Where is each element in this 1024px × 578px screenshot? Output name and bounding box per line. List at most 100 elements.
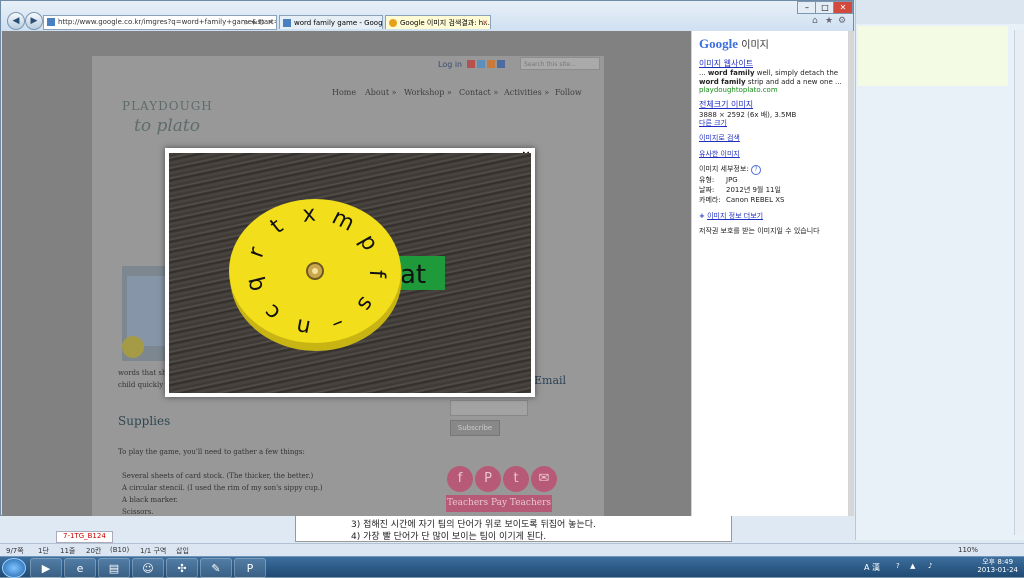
tray-expand-icon[interactable]: ▲ [910, 562, 915, 570]
close-window-button[interactable]: ✕ [833, 1, 853, 14]
article-thumbnail[interactable] [122, 266, 167, 361]
images-label: 이미지 [741, 40, 769, 51]
site-favicon-icon [47, 18, 55, 26]
article-text-line-2: child quickly u [118, 381, 170, 389]
status-section: 1/1 구역 [140, 547, 167, 555]
back-button[interactable]: ◀ [7, 12, 25, 30]
close-tab-icon[interactable]: ✕ [482, 16, 488, 29]
tab-google-image-result[interactable]: Google 이미지 검색결과: h... ✕ [385, 15, 491, 29]
start-button[interactable] [2, 558, 26, 578]
twitter-icon[interactable]: t [503, 466, 529, 492]
email-input[interactable] [450, 400, 528, 416]
image-lightbox: × at pfs–ncqrtxm [165, 148, 535, 397]
image-info-panel: Google 이미지 이미지 웹사이트 ... word family well… [691, 31, 854, 516]
favorites-star-icon[interactable]: ★ [825, 16, 833, 26]
site-search-input[interactable]: Search this site... [520, 57, 600, 70]
facebook-icon[interactable]: f [447, 466, 473, 492]
ime-indicator[interactable]: A 漢 [864, 562, 880, 573]
google-logo[interactable]: Google 이미지 [699, 36, 769, 52]
copyright-notice: 저작권 보호를 받는 이미지일 수 있습니다 [699, 227, 820, 235]
pinterest-icon[interactable]: P [475, 466, 501, 492]
folder-icon[interactable]: ▤ [98, 558, 130, 578]
address-bar[interactable]: http://www.google.co.kr/imgres?q=word+fa… [43, 15, 277, 30]
status-code: (B10) [110, 546, 130, 554]
similar-images-link[interactable]: 유사한 이미지 [699, 150, 740, 158]
email-icon[interactable]: ✉ [531, 466, 557, 492]
supply-item-3: A black marker. [122, 496, 178, 504]
detail-camera: 카메라: Canon REBEL XS [699, 195, 784, 205]
clock[interactable]: 오후 8:49 2013-01-24 [977, 558, 1018, 574]
internet-explorer-icon[interactable]: e [64, 558, 96, 578]
twitter-icon[interactable] [477, 60, 485, 68]
other-sizes-link[interactable]: 다른 크기 [699, 119, 727, 127]
help-icon[interactable]: ? [896, 562, 900, 570]
detail-value: Canon REBEL XS [726, 196, 785, 204]
word-wheel-photo[interactable]: at p f s – n c q r t x m [169, 153, 531, 393]
snippet-suffix: strip and add a new one ... [745, 78, 842, 86]
nav-about[interactable]: About » [365, 88, 397, 97]
pinterest-icon[interactable] [467, 60, 475, 68]
subscribe-button[interactable]: Subscribe [450, 420, 500, 436]
search-by-image-link[interactable]: 이미지로 검색 [699, 134, 740, 142]
nav-follow[interactable]: Follow [555, 88, 582, 97]
snippet-keyword-2: word family [699, 78, 746, 86]
minimize-button[interactable]: – [797, 1, 817, 14]
nav-activities[interactable]: Activities » [504, 88, 549, 97]
site-logo[interactable]: PLAYDOUGH to plato [114, 81, 234, 156]
maximize-button[interactable]: □ [815, 1, 835, 14]
image-website-link[interactable]: 이미지 웹사이트 [699, 59, 753, 68]
nav-workshop[interactable]: Workshop » [404, 88, 452, 97]
status-char: 20칸 [86, 547, 102, 555]
volume-icon[interactable]: ♪ [928, 562, 932, 570]
messenger-icon[interactable]: ☺ [132, 558, 164, 578]
zoom-level[interactable]: 110% [958, 546, 978, 554]
network-icon[interactable]: ✣ [166, 558, 198, 578]
full-size-image-link[interactable]: 전체크기 이미지 [699, 100, 753, 109]
plus-icon: + [699, 212, 705, 220]
logo-line-2: to plato [134, 116, 200, 136]
logo-line-1: PLAYDOUGH [122, 99, 213, 113]
result-domain: playdoughtoplato.com [699, 86, 778, 94]
facebook-icon[interactable] [497, 60, 505, 68]
help-icon[interactable]: ? [750, 165, 761, 175]
wheel-illustration: at pfs–ncqrt x m [229, 199, 445, 351]
rss-icon[interactable] [487, 60, 495, 68]
settings-gear-icon[interactable]: ⚙ [838, 16, 846, 26]
tab-label: Google 이미지 검색결과: h... [400, 19, 490, 27]
strip-text: at [400, 260, 426, 290]
media-player-icon[interactable]: ▶ [30, 558, 62, 578]
image-details-heading: 이미지 세부정보: ? [699, 164, 851, 175]
supply-item-2: A circular stencil. (I used the rim of m… [122, 484, 323, 492]
detail-label: 유형: [699, 176, 715, 184]
hwp-icon[interactable]: ✎ [200, 558, 232, 578]
document-tab[interactable]: 7-1TG_B124 [56, 531, 113, 543]
page-scrollbar[interactable] [848, 31, 854, 516]
document-page[interactable]: 3) 접해진 시간에 자기 팀의 단어가 위로 보이도록 뒤집어 놓는다. 4)… [295, 514, 732, 542]
teachers-pay-teachers-banner[interactable]: Teachers Pay Teachers [446, 495, 552, 512]
home-icon[interactable]: ⌂ [812, 16, 818, 26]
background-app-scrollbar[interactable] [1014, 30, 1024, 535]
powerpoint-icon[interactable]: P [234, 558, 266, 578]
browser-toolbar: ◀ ▶ http://www.google.co.kr/imgres?q=wor… [1, 1, 853, 31]
supplies-heading: Supplies [118, 414, 171, 428]
background-app-title-area [856, 0, 1024, 24]
nav-home[interactable]: Home [332, 88, 356, 97]
tab-word-family-game[interactable]: word family game - Google ... [279, 15, 383, 29]
more-image-info-link[interactable]: 이미지 정보 더보기 [707, 212, 763, 220]
result-snippet: ... word family well, simply detach the … [699, 69, 851, 87]
article-text-line-1: words that sha [118, 369, 171, 377]
detail-type: 유형: JPG [699, 175, 738, 185]
status-line: 11줄 [60, 547, 76, 555]
snippet-middle: well, simply detach the [754, 69, 839, 77]
loading-icon [389, 19, 397, 27]
forward-button[interactable]: ▶ [25, 12, 43, 30]
clock-time: 오후 8:49 [982, 558, 1014, 566]
address-controls[interactable]: ⌕ ▾ ↻ ✕ [244, 16, 274, 29]
more-info-row[interactable]: + 이미지 정보 더보기 [699, 211, 851, 221]
nav-contact[interactable]: Contact » [459, 88, 498, 97]
background-app-right-pane [855, 0, 1024, 540]
google-wordmark: Google [699, 36, 738, 51]
detail-value: JPG [726, 176, 738, 184]
login-link[interactable]: Log in [438, 60, 462, 69]
background-app-panel [858, 26, 1008, 86]
